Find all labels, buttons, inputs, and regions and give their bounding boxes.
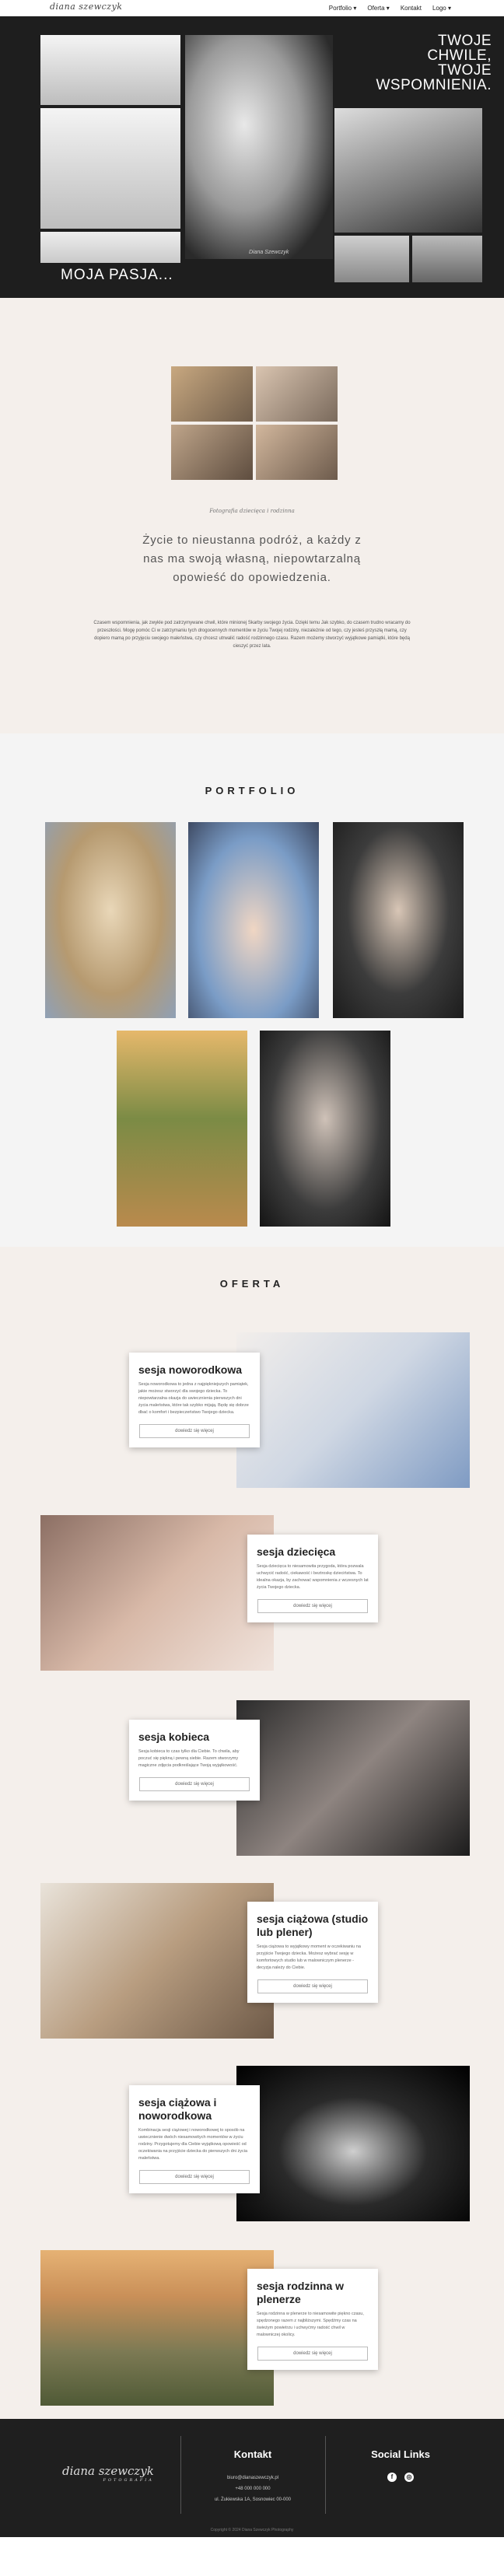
offer-more-button[interactable]: dowiedz się więcej <box>139 2170 250 2184</box>
hero-window-panel <box>412 236 482 282</box>
hero-window-panel <box>40 232 180 263</box>
site-footer: diana szewczyk FOTOGRAFIA Kontakt biuro@… <box>0 2419 504 2537</box>
offer-card-woman: sesja kobieca Sesja kobieca to czas tylk… <box>129 1720 260 1801</box>
offer-more-button[interactable]: dowiedz się więcej <box>139 1424 250 1438</box>
portfolio-section: PORTFOLIO <box>0 733 504 1247</box>
offer-image-newborn <box>236 1332 470 1488</box>
portfolio-image-woman[interactable] <box>260 1031 390 1227</box>
offer-title: sesja ciążowa (studio lub plener) <box>257 1913 369 1938</box>
about-section: Fotografia dziecięca i rodzinna Życie to… <box>0 298 504 733</box>
offer-text: Kombinacja sesji ciążowej i noworodkowej… <box>138 2128 248 2161</box>
footer-copyright: Copyright © 2024 Diana Szewczyk Photogra… <box>210 2528 294 2532</box>
portfolio-image-newborn[interactable] <box>45 822 176 1018</box>
menu-item-logo[interactable]: Logo ▾ <box>432 5 451 12</box>
footer-social: Social Links f ◎ <box>342 2448 459 2482</box>
offer-card-child: sesja dziecięca Sesja dziecięca to niesa… <box>247 1535 378 1622</box>
offer-card-maternity-newborn: sesja ciążowa i noworodkowa Kombinacja s… <box>129 2085 260 2193</box>
social-icons: f ◎ <box>342 2473 459 2482</box>
offer-title: sesja dziecięca <box>257 1545 336 1558</box>
offer-card-family: sesja rodzinna w plenerze Sesja rodzinna… <box>247 2269 378 2370</box>
footer-phone[interactable]: +48 000 000 000 <box>194 2483 311 2494</box>
collage-image <box>171 425 253 480</box>
offer-image-woman <box>236 1700 470 1856</box>
hero-section: TWOJE CHWILE, TWOJE WSPOMNIENIA. MOJA PA… <box>0 16 504 298</box>
about-collage <box>171 366 338 480</box>
offer-image-maternity <box>40 1883 274 2039</box>
main-menu: Portfolio ▾ Oferta ▾ Kontakt Logo ▾ <box>329 5 451 12</box>
offer-more-button[interactable]: dowiedz się więcej <box>257 1599 368 1613</box>
portfolio-image-family[interactable] <box>117 1031 247 1227</box>
offer-title: sesja rodzinna w plenerze <box>257 2280 345 2305</box>
portfolio-image-child[interactable] <box>188 822 319 1018</box>
about-small-caption: Fotografia dziecięca i rodzinna <box>209 508 295 514</box>
offer-title: sesja noworodkowa <box>138 1363 243 1376</box>
collage-image <box>171 366 253 422</box>
offer-text: Sesja kobieca to czas tylko dla Ciebie. … <box>138 1749 240 1768</box>
hero-title-right: TWOJE CHWILE, TWOJE WSPOMNIENIA. <box>376 33 492 93</box>
hero-window-panel <box>40 35 180 105</box>
footer-logo[interactable]: diana szewczyk FOTOGRAFIA <box>62 2464 154 2483</box>
footer-email[interactable]: biuro@dianaszewczyk.pl <box>194 2473 311 2483</box>
offer-more-button[interactable]: dowiedz się więcej <box>257 1979 368 1993</box>
offer-text: Sesja dziecięca to niesamowita przygoda,… <box>257 1564 369 1590</box>
footer-divider <box>325 2436 326 2514</box>
menu-item-portfolio[interactable]: Portfolio ▾ <box>329 5 357 12</box>
hero-window-panel <box>40 108 180 229</box>
offer-card-maternity: sesja ciążowa (studio lub plener) Sesja … <box>247 1902 378 2003</box>
offer-more-button[interactable]: dowiedz się więcej <box>257 2347 368 2361</box>
menu-item-oferta[interactable]: Oferta ▾ <box>367 5 389 12</box>
footer-contact: Kontakt biuro@dianaszewczyk.pl +48 000 0… <box>194 2448 311 2505</box>
oferta-title: OFERTA <box>219 1278 285 1290</box>
about-quote: Życie to nieustanna podróż, a każdy z na… <box>142 534 362 584</box>
offer-text: Sesja ciążowa to wyjątkowy moment w ocze… <box>257 1944 361 1970</box>
offer-image-family <box>40 2250 274 2406</box>
offer-title: sesja kobieca <box>138 1731 210 1743</box>
instagram-icon[interactable]: ◎ <box>404 2473 414 2482</box>
top-nav: diana szewczyk Portfolio ▾ Oferta ▾ Kont… <box>0 0 504 16</box>
footer-address: ul. Żukiewska 1A, Sosnowiec 00-000 <box>214 2497 292 2502</box>
site-logo[interactable]: diana szewczyk <box>50 2 122 12</box>
portfolio-image-maternity[interactable] <box>333 822 464 1018</box>
footer-social-title: Social Links <box>371 2448 430 2460</box>
facebook-icon[interactable]: f <box>387 2473 397 2482</box>
footer-contact-title: Kontakt <box>233 2448 272 2460</box>
offer-image-child <box>40 1515 274 1671</box>
collage-image <box>256 366 338 422</box>
hero-signature: Diana Szewczyk <box>249 250 289 255</box>
hero-portrait-image <box>185 35 333 259</box>
offer-image-maternity-newborn <box>236 2066 470 2221</box>
portfolio-title: PORTFOLIO <box>205 785 299 796</box>
offer-text: Sesja rodzinna w plenerze to niesamowite… <box>257 2312 364 2337</box>
menu-item-kontakt[interactable]: Kontakt <box>401 5 422 12</box>
hero-title-left: MOJA PASJA... <box>61 267 173 283</box>
collage-image <box>256 425 338 480</box>
offer-card-newborn: sesja noworodkowa Sesja noworodkowa to j… <box>129 1353 260 1447</box>
oferta-section: OFERTA sesja noworodkowa Sesja noworodko… <box>0 1247 504 2419</box>
about-text: Czasem wspomnienia, jak zwykle pod zatrz… <box>93 621 411 649</box>
offer-title: sesja ciążowa i noworodkowa <box>138 2096 217 2122</box>
offer-more-button[interactable]: dowiedz się więcej <box>139 1777 250 1791</box>
footer-divider <box>180 2436 181 2514</box>
offer-text: Sesja noworodkowa to jedna z najpiękniej… <box>138 1382 249 1415</box>
hero-portrait-detail-image <box>334 108 482 233</box>
hero-window-panel <box>334 236 409 282</box>
